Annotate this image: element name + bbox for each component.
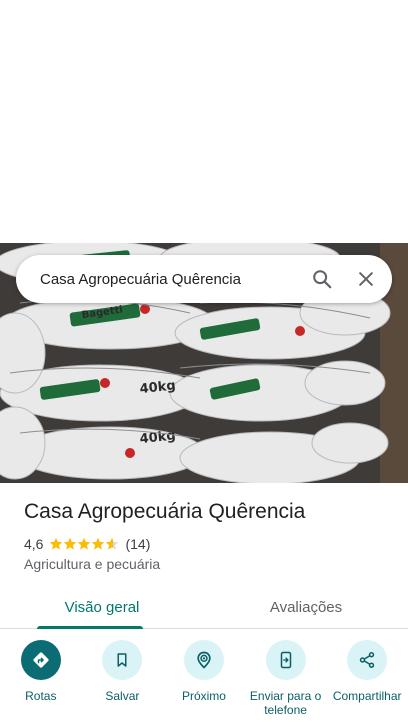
place-tabs: Visão geral Avaliações: [0, 586, 408, 629]
save-button[interactable]: Salvar: [82, 640, 162, 717]
send-to-phone-label: Enviar para o telefone: [249, 689, 322, 717]
save-label: Salvar: [105, 689, 140, 703]
tab-overview[interactable]: Visão geral: [0, 586, 204, 629]
send-to-phone-button[interactable]: Enviar para o telefone: [246, 640, 326, 717]
share-button[interactable]: Compartilhar: [327, 640, 407, 717]
search-bar[interactable]: Casa Agropecuária Quêrencia: [16, 255, 392, 303]
nearby-label: Próximo: [181, 689, 226, 703]
rating-row[interactable]: 4,6 (14): [24, 536, 150, 552]
nearby-icon[interactable]: [183, 640, 224, 680]
rating-stars: [49, 537, 119, 551]
place-category: Agricultura e pecuária: [24, 556, 161, 572]
review-count[interactable]: (14): [125, 536, 150, 552]
send-to-phone-icon[interactable]: [265, 640, 306, 680]
nearby-button[interactable]: Próximo: [164, 640, 244, 717]
close-icon[interactable]: [348, 261, 384, 297]
tab-reviews[interactable]: Avaliações: [204, 586, 408, 628]
bookmark-icon[interactable]: [102, 640, 143, 680]
share-icon[interactable]: [347, 640, 388, 680]
place-title: Casa Agropecuária Quêrencia: [24, 500, 306, 523]
directions-button[interactable]: Rotas: [1, 640, 81, 717]
map-blank-area: [0, 0, 408, 243]
directions-label: Rotas: [25, 689, 57, 703]
search-query-text[interactable]: Casa Agropecuária Quêrencia: [16, 271, 304, 288]
rating-value: 4,6: [24, 536, 44, 552]
search-icon[interactable]: [304, 261, 340, 297]
share-label: Compartilhar: [332, 689, 402, 703]
star-icons: [50, 537, 119, 550]
directions-icon[interactable]: [20, 640, 61, 680]
action-buttons: Rotas Salvar Próximo Enviar para o telef…: [0, 640, 408, 717]
